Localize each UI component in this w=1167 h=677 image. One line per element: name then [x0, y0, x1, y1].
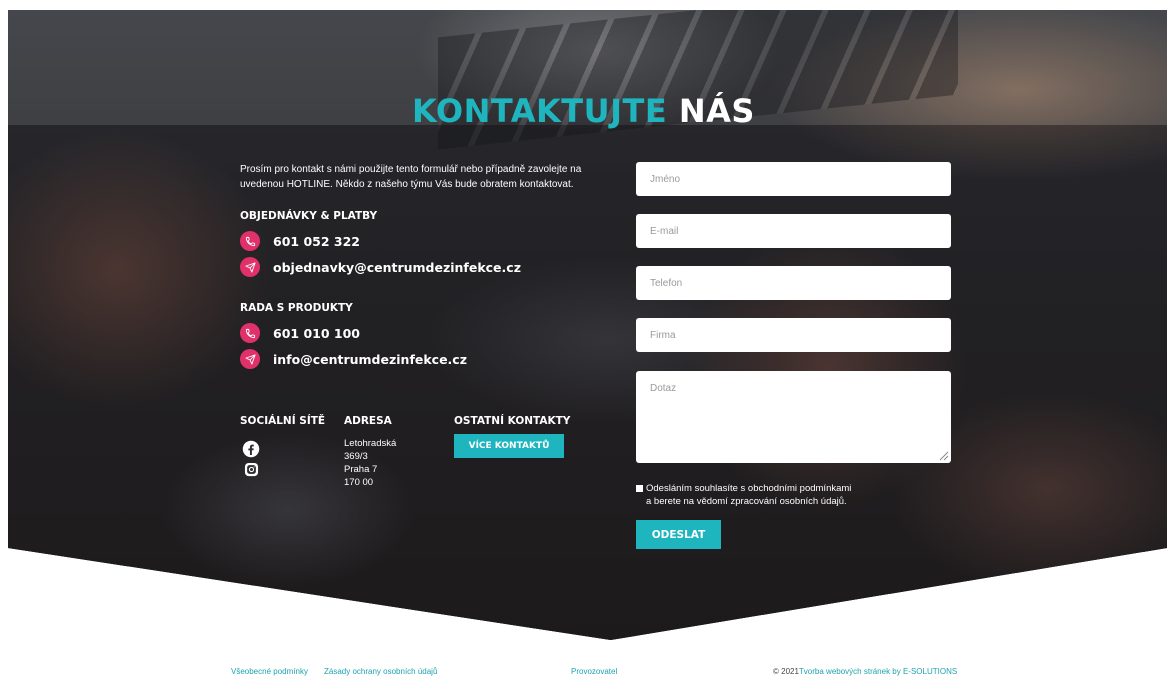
submit-button[interactable]: ODESLAT — [636, 520, 721, 549]
name-input[interactable] — [636, 162, 951, 196]
orders-email[interactable]: objednavky@centrumdezinfekce.cz — [273, 260, 521, 275]
social-heading: SOCIÁLNÍ SÍTĚ — [240, 415, 326, 427]
footer-operator-link[interactable]: Provozovatel — [571, 667, 617, 676]
page-title: KONTAKTUJTE NÁS — [0, 92, 1167, 130]
consent-text: Odesláním souhlasíte s obchodními podmín… — [646, 482, 851, 508]
title-part-1: KONTAKTUJTE — [412, 92, 668, 130]
products-phone[interactable]: 601 010 100 — [273, 326, 360, 341]
products-heading: RADA S PRODUKTY — [240, 302, 353, 314]
title-part-2: NÁS — [678, 92, 755, 130]
copyright-text: © 2021 — [773, 667, 799, 676]
footer-terms-link[interactable]: Všeobecné podmínky — [231, 667, 308, 676]
more-contacts-button[interactable]: VÍCE KONTAKTŮ — [454, 434, 564, 458]
phone-input[interactable] — [636, 266, 951, 300]
orders-phone-row[interactable]: 601 052 322 — [240, 228, 590, 254]
phone-icon — [240, 323, 260, 343]
address-block: Letohradská 369/3 Praha 7 170 00 — [344, 437, 396, 489]
orders-email-row[interactable]: objednavky@centrumdezinfekce.cz — [240, 254, 590, 280]
consent-line-1: Odesláním souhlasíte s obchodními podmín… — [646, 483, 852, 494]
address-zip: 170 00 — [344, 477, 374, 488]
orders-phone[interactable]: 601 052 322 — [273, 234, 360, 249]
facebook-icon[interactable] — [242, 440, 260, 458]
contact-info: Prosím pro kontakt s námi použijte tento… — [240, 162, 590, 372]
other-contacts-heading: OSTATNÍ KONTAKTY — [454, 415, 571, 427]
address-street: Letohradská 369/3 — [344, 438, 397, 462]
instagram-icon[interactable] — [244, 462, 259, 477]
resize-grip-icon[interactable] — [937, 449, 949, 461]
products-email-row[interactable]: info@centrumdezinfekce.cz — [240, 346, 590, 372]
email-input[interactable] — [636, 214, 951, 248]
consent-row[interactable]: Odesláním souhlasíte s obchodními podmín… — [636, 482, 851, 508]
consent-line-2: a berete na vědomí zpracování osobních ú… — [646, 496, 847, 507]
footer-credit-link[interactable]: Tvorba webových stránek by E-SOLUTIONS — [799, 667, 957, 676]
question-textarea[interactable] — [636, 371, 951, 463]
phone-icon — [240, 231, 260, 251]
footer-copyright: © 2021Tvorba webových stránek by E-SOLUT… — [773, 667, 957, 676]
products-phone-row[interactable]: 601 010 100 — [240, 320, 590, 346]
orders-heading: OBJEDNÁVKY & PLATBY — [240, 210, 378, 222]
footer-privacy-link[interactable]: Zásady ochrany osobních údajů — [324, 667, 437, 676]
company-input[interactable] — [636, 318, 951, 352]
consent-checkbox[interactable] — [636, 485, 643, 492]
address-heading: ADRESA — [344, 415, 392, 427]
intro-text: Prosím pro kontakt s námi použijte tento… — [240, 164, 582, 190]
send-icon — [240, 349, 260, 369]
products-email[interactable]: info@centrumdezinfekce.cz — [273, 352, 467, 367]
address-city: Praha 7 — [344, 464, 378, 475]
send-icon — [240, 257, 260, 277]
